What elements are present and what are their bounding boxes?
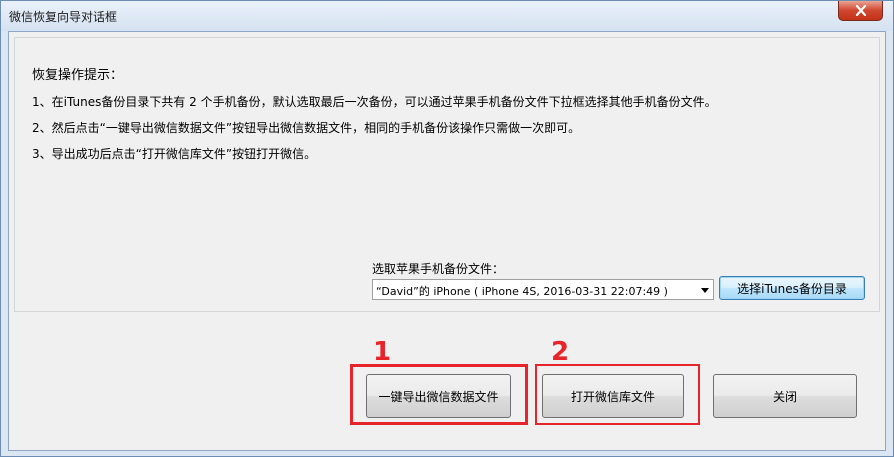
title-bar[interactable]: 微信恢复向导对话框 [1,1,893,31]
close-button[interactable]: 关闭 [713,374,857,418]
window-close-button[interactable] [838,1,883,21]
tip-line-3: 3、导出成功后点击“打开微信库文件”按钮打开微信。 [32,147,317,161]
dialog-client-area: 恢复操作提示： 1、在iTunes备份目录下共有 2 个手机备份，默认选取最后一… [8,31,886,451]
tips-panel: 恢复操作提示： 1、在iTunes备份目录下共有 2 个手机备份，默认选取最后一… [14,37,880,312]
annotation-number-1: 1 [373,337,392,367]
window-title: 微信恢复向导对话框 [9,10,118,24]
browse-itunes-backup-button[interactable]: 选择iTunes备份目录 [719,276,865,300]
tip-line-1: 1、在iTunes备份目录下共有 2 个手机备份，默认选取最后一次备份，可以通过… [32,95,717,109]
annotation-box-1 [350,364,528,425]
tip-line-2: 2、然后点击“一键导出微信数据文件”按钮导出微信数据文件，相同的手机备份该操作只… [32,121,581,135]
dialog-window: 微信恢复向导对话框 恢复操作提示： 1、在iTunes备份目录下共有 2 个手机… [0,0,894,457]
close-x-icon [855,5,867,16]
backup-select-dropdown[interactable]: “David”的 iPhone ( iPhone 4S, 2016-03-31 … [372,279,714,300]
chevron-down-icon[interactable] [701,288,709,293]
annotation-box-2 [535,364,700,425]
tips-title: 恢复操作提示： [32,68,124,83]
annotation-number-2: 2 [551,337,570,367]
backup-selected-value: “David”的 iPhone ( iPhone 4S, 2016-03-31 … [376,285,668,298]
backup-select-label: 选取苹果手机备份文件： [372,262,505,276]
